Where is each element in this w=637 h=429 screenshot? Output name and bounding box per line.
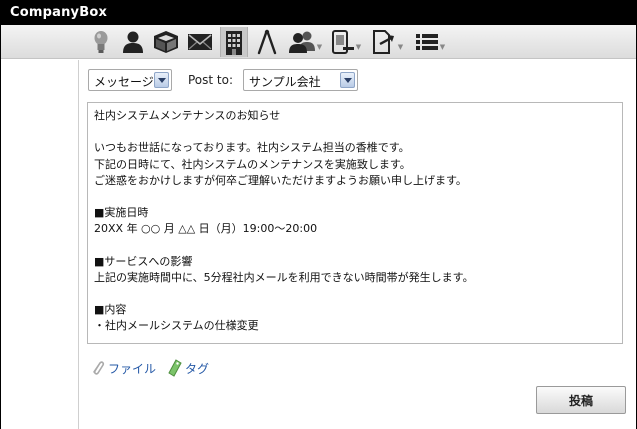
toolbar-document-export[interactable]: ▼ [368, 27, 406, 57]
toolbar-contact-card[interactable]: ▼ [329, 27, 363, 57]
user-icon [123, 31, 143, 53]
toolbar-lightbulb[interactable] [89, 27, 113, 57]
left-pane [1, 60, 79, 429]
app-title: CompanyBox [10, 5, 108, 20]
paperclip-icon [93, 361, 105, 375]
toolbar-group[interactable]: ▼ [286, 27, 324, 57]
toolbar-box[interactable] [151, 27, 181, 57]
attach-file-link[interactable]: ファイル [91, 359, 156, 377]
lightbulb-icon [94, 31, 108, 53]
box-icon [154, 31, 178, 53]
post-button[interactable]: 投稿 [536, 386, 626, 414]
tag-icon [168, 359, 182, 377]
message-body-line: ・社内メールシステムの仕様変更 [94, 319, 259, 333]
post-to-label: Post to: [188, 73, 234, 87]
chevron-down-icon: ▼ [397, 43, 404, 51]
contact-card-icon [331, 30, 354, 54]
message-body-line: 社内システムメンテナンスのお知らせ [94, 109, 281, 122]
chevron-down-icon: ▼ [355, 43, 362, 51]
title-bar: CompanyBox [1, 1, 636, 25]
message-body-line [94, 238, 616, 254]
recipient-select[interactable]: サンプル会社 [243, 69, 358, 91]
chevron-down-icon: ▼ [439, 43, 446, 51]
list-icon [415, 34, 438, 50]
recipient-value: サンプル会社 [249, 75, 321, 89]
attach-tag-label: タグ [185, 361, 210, 376]
message-type-value: メッセージ [94, 75, 154, 89]
message-body-line: いつもお世話になっております。社内システム担当の香椎です。 [94, 141, 410, 155]
message-body-line: ■サービスへの影響 [94, 254, 193, 268]
message-body-line: 上記の実施時間中に、5分程社内メールを利用できない時間帯が発生します。 [94, 270, 474, 284]
group-icon [288, 31, 315, 53]
building-icon [226, 31, 242, 55]
toolbar-user[interactable] [119, 27, 147, 57]
chevron-down-icon[interactable] [154, 72, 169, 88]
toolbar: ▼ ▼ ▼ ▼ [1, 25, 636, 59]
toolbar-building[interactable] [220, 27, 248, 57]
toolbar-mail[interactable] [185, 27, 215, 57]
compose-panel: メッセージ Post to: サンプル会社 社内システムメンテナンスのお知らせい… [79, 60, 636, 429]
app-window: CompanyBox ▼ ▼ ▼ ▼ メッセージ Post to: サンプル会社… [0, 0, 637, 429]
mail-icon [188, 34, 212, 50]
message-body-textarea[interactable]: 社内システムメンテナンスのお知らせいつもお世話になっております。社内システム担当… [87, 102, 623, 344]
message-type-select[interactable]: メッセージ [88, 69, 172, 91]
message-body-line [94, 189, 616, 205]
message-body-line: ■内容 [94, 303, 127, 317]
compass-icon [257, 29, 277, 55]
message-body-line [94, 124, 616, 140]
message-body-line [94, 286, 616, 302]
chevron-down-icon[interactable] [340, 72, 355, 88]
message-body-line: ■実施日時 [94, 206, 149, 220]
message-body-line: 下記の日時にて、社内システムのメンテナンスを実施致します。 [94, 157, 411, 171]
attachment-row: ファイル タグ [91, 359, 219, 377]
message-body-line: 20XX 年 ○○ 月 △△ 日（月）19:00〜20:00 [94, 222, 318, 236]
toolbar-compass[interactable] [254, 27, 280, 57]
toolbar-list[interactable]: ▼ [412, 27, 448, 57]
chevron-down-icon: ▼ [316, 43, 323, 51]
attach-file-label: ファイル [108, 361, 157, 376]
document-export-icon [372, 30, 394, 54]
attach-tag-link[interactable]: タグ [166, 359, 209, 377]
message-body-line: ご迷惑をおかけしますが何卒ご理解いただけますようお願い申し上げます。 [94, 173, 467, 187]
